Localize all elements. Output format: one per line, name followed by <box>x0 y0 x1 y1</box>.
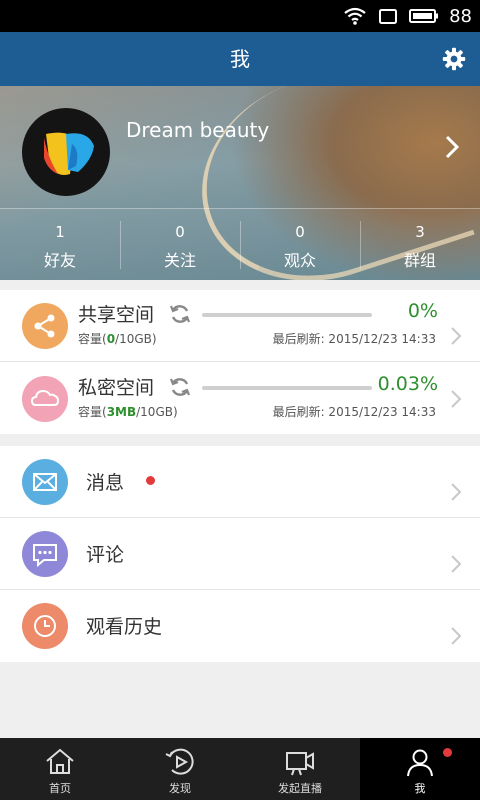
comment-icon <box>33 544 57 568</box>
private-space-row[interactable]: 私密空间 0.03% 容量(3MB/10GB) 最后刷新: 2015/12/23… <box>0 363 480 435</box>
tab-go-live[interactable]: 发起直播 <box>240 738 360 800</box>
used-amount: 0 <box>106 332 116 346</box>
tab-home[interactable]: 首页 <box>0 738 120 800</box>
space-name: 私密空间 <box>78 377 155 399</box>
video-camera-icon <box>286 752 314 776</box>
usage-progress-bar <box>202 313 372 317</box>
chevron-right-icon <box>451 327 462 345</box>
stat-label: 观众 <box>283 251 316 270</box>
settings-gear-icon[interactable] <box>442 47 466 71</box>
menu-label: 观看历史 <box>86 616 163 638</box>
profile-name: Dream beauty <box>126 118 270 142</box>
tab-me[interactable]: 我 <box>360 738 480 800</box>
comment-icon-circle <box>22 531 68 577</box>
screen-rotation-icon <box>379 9 398 24</box>
shared-space-row[interactable]: 共享空间 0% 容量(0/10GB) 最后刷新: 2015/12/23 14:3… <box>0 290 480 362</box>
refresh-icon[interactable] <box>168 375 192 399</box>
storage-card: 共享空间 0% 容量(0/10GB) 最后刷新: 2015/12/23 14:3… <box>0 290 480 434</box>
menu-item-comments[interactable]: 评论 <box>0 518 480 590</box>
stat-groups[interactable]: 3 群组 <box>360 209 480 280</box>
stat-following[interactable]: 0 关注 <box>120 209 240 280</box>
menu-item-watch-history[interactable]: 观看历史 <box>0 590 480 662</box>
last-refreshed-time: 最后刷新: 2015/12/23 14:33 <box>272 332 436 346</box>
usage-percent: 0% <box>407 300 438 322</box>
menu-list: 消息 评论 观看历史 <box>0 446 480 662</box>
share-icon-circle <box>22 303 68 349</box>
battery-percent: 88 <box>449 5 472 27</box>
cloud-icon-circle <box>22 376 68 422</box>
stat-label: 关注 <box>163 251 196 270</box>
refresh-icon[interactable] <box>168 302 192 326</box>
stat-label: 群组 <box>403 251 436 270</box>
clock-icon-circle <box>22 603 68 649</box>
chevron-right-icon <box>451 627 462 645</box>
profile-header[interactable]: Dream beauty 1 好友 0 关注 0 观众 3 群组 <box>0 86 480 280</box>
stat-count: 3 <box>415 223 425 241</box>
stat-label: 好友 <box>43 251 76 270</box>
tab-label: 发起直播 <box>278 782 322 795</box>
usage-percent: 0.03% <box>377 373 438 395</box>
envelope-icon-circle <box>22 459 68 505</box>
stat-friends[interactable]: 1 好友 <box>0 209 120 280</box>
chevron-right-icon <box>451 555 462 573</box>
cloud-icon <box>30 389 60 406</box>
stat-audience[interactable]: 0 观众 <box>240 209 360 280</box>
avatar[interactable] <box>22 108 110 196</box>
usage-progress-bar <box>202 386 372 390</box>
menu-label: 评论 <box>86 544 125 566</box>
battery-icon <box>409 9 439 23</box>
user-icon <box>407 749 433 777</box>
stat-count: 1 <box>55 223 65 241</box>
last-refreshed-time: 最后刷新: 2015/12/23 14:33 <box>272 405 436 419</box>
notification-badge <box>443 748 452 757</box>
envelope-icon <box>33 473 57 491</box>
chevron-right-icon <box>451 483 462 501</box>
status-bar: 88 <box>0 0 480 32</box>
stat-count: 0 <box>295 223 305 241</box>
tab-label: 我 <box>414 782 426 795</box>
home-icon <box>46 748 74 774</box>
wifi-icon <box>344 7 366 25</box>
page-title: 我 <box>230 47 250 71</box>
app-logo-icon <box>44 132 94 175</box>
clock-icon <box>34 615 56 637</box>
bottom-nav: 首页 发现 发起直播 我 <box>0 738 480 800</box>
share-icon <box>34 314 55 338</box>
tab-discover[interactable]: 发现 <box>120 738 240 800</box>
title-bar: 我 <box>0 32 480 86</box>
stat-count: 0 <box>175 223 185 241</box>
discover-play-icon <box>165 748 194 775</box>
chevron-right-icon[interactable] <box>442 134 462 160</box>
menu-item-messages[interactable]: 消息 <box>0 446 480 518</box>
unread-badge <box>146 476 155 485</box>
space-name: 共享空间 <box>78 304 155 326</box>
menu-label: 消息 <box>86 472 125 494</box>
used-amount: 3MB <box>106 405 137 419</box>
chevron-right-icon <box>451 390 462 408</box>
capacity-text: 容量(3MB/10GB) <box>78 405 178 419</box>
capacity-text: 容量(0/10GB) <box>78 332 157 346</box>
tab-label: 发现 <box>169 782 191 795</box>
tab-label: 首页 <box>49 782 71 795</box>
profile-stats: 1 好友 0 关注 0 观众 3 群组 <box>0 208 480 280</box>
